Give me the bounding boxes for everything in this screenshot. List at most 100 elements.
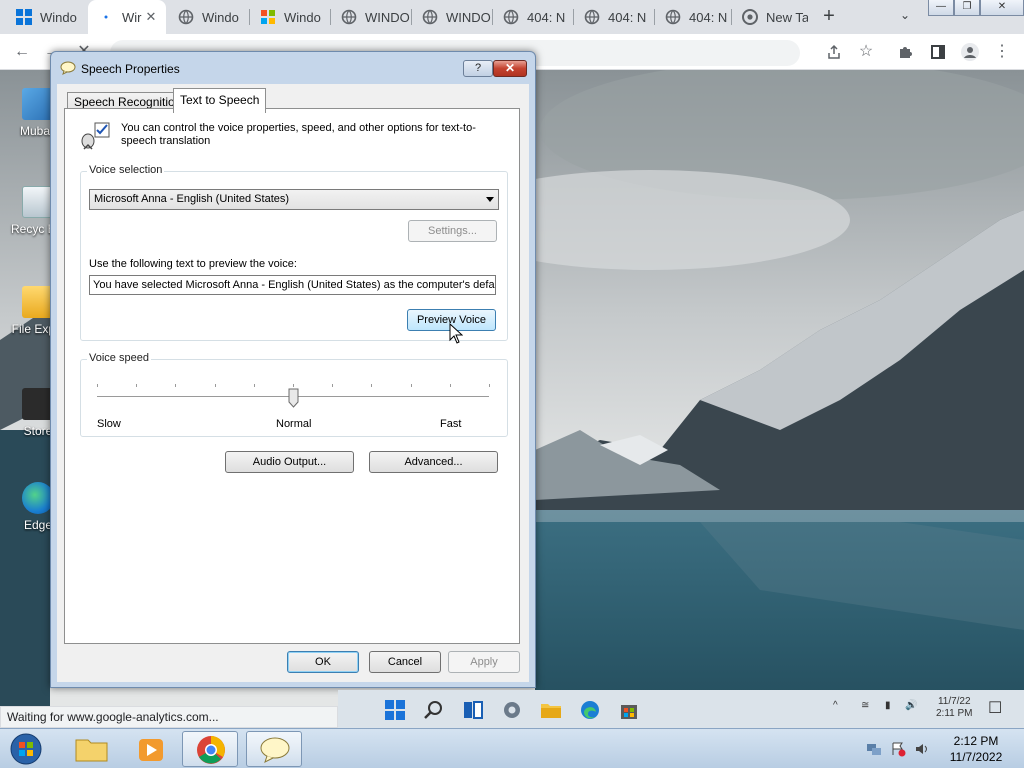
slider-tick	[371, 384, 372, 387]
speed-slow-label: Slow	[97, 418, 121, 430]
bookmark-star-icon[interactable]: ☆	[854, 40, 878, 64]
browser-tab[interactable]: Windo	[168, 0, 248, 34]
tab-title: 404: N	[527, 9, 566, 25]
profile-avatar-icon[interactable]	[958, 40, 982, 64]
ok-button[interactable]: OK	[287, 651, 359, 673]
network-status-icon[interactable]	[866, 741, 882, 757]
browser-status-bubble: Waiting for www.google-analytics.com...	[0, 706, 338, 728]
intro-text: You can control the voice properties, sp…	[121, 122, 476, 147]
settings-gear-icon[interactable]	[501, 699, 523, 721]
folder-icon	[75, 739, 108, 762]
edge-browser-icon[interactable]	[579, 699, 601, 721]
more-menu-icon[interactable]: ⋮	[990, 40, 1014, 64]
speech-bubble-icon	[260, 737, 290, 763]
apply-button[interactable]: Apply	[448, 651, 520, 673]
windows-flag-icon	[260, 9, 276, 25]
volume-icon[interactable]: 🔊	[905, 700, 917, 711]
store-bag-icon[interactable]	[618, 699, 640, 721]
taskbar-chrome[interactable]	[182, 731, 238, 767]
audio-output-button[interactable]: Audio Output...	[225, 451, 354, 473]
loading-icon	[98, 9, 114, 25]
clock-time: 2:12 PM	[953, 734, 999, 748]
speech-bubble-icon	[60, 61, 76, 75]
browser-tab[interactable]: 404: N	[574, 0, 654, 34]
tab-title: Windo	[40, 9, 77, 25]
browser-tab[interactable]: Windo	[6, 0, 86, 34]
notification-icon[interactable]: ☐	[988, 698, 1002, 718]
browser-tab[interactable]: WINDO	[331, 0, 411, 34]
vm-clock[interactable]: 11/7/22 2:11 PM	[936, 696, 973, 720]
browser-tab-active[interactable]: Wir ✕	[88, 0, 166, 34]
browser-tab[interactable]: WINDO	[412, 0, 492, 34]
mouse-pointer-icon	[449, 322, 464, 345]
slider-tick	[136, 384, 137, 387]
dialog-body: Speech Recognition Text to Speech You ca…	[57, 84, 529, 682]
vm-taskbar: ^ ≅ ▮ 🔊 11/7/22 2:11 PM ☐	[338, 690, 1024, 728]
globe-icon	[503, 9, 519, 25]
globe-icon	[584, 9, 600, 25]
selected-voice: Microsoft Anna - English (United States)	[94, 193, 290, 205]
task-view-icon[interactable]	[462, 699, 484, 721]
system-clock[interactable]: 2:12 PM 11/7/2022	[940, 733, 1012, 765]
settings-button[interactable]: Settings...	[408, 220, 497, 242]
taskbar-explorer[interactable]	[62, 731, 118, 767]
browser-tab[interactable]: New Ta	[732, 0, 808, 34]
tab-search-chevron-icon[interactable]: ⌄	[896, 8, 914, 26]
restore-button[interactable]: ❐	[954, 0, 980, 16]
advanced-button[interactable]: Advanced...	[369, 451, 498, 473]
tab-title: 404: N	[689, 9, 728, 25]
close-window-button[interactable]: ✕	[980, 0, 1024, 16]
speech-properties-dialog: Speech Properties ? ✕ Speech Recognition…	[50, 51, 536, 688]
voice-dropdown[interactable]: Microsoft Anna - English (United States)	[89, 189, 499, 210]
tab-text-to-speech[interactable]: Text to Speech	[173, 88, 267, 113]
tray-chevron-icon[interactable]: ^	[833, 700, 838, 711]
taskbar-media-player[interactable]	[122, 731, 178, 767]
tab-title: WINDO	[446, 9, 491, 25]
share-icon[interactable]	[822, 40, 846, 64]
speaker-volume-icon[interactable]	[914, 741, 930, 757]
tab-title: WINDO	[365, 9, 410, 25]
file-explorer-folder-icon[interactable]	[540, 699, 562, 721]
help-button[interactable]: ?	[463, 60, 493, 77]
network-icon[interactable]: ≅	[861, 700, 869, 711]
clock-date: 11/7/2022	[949, 750, 1003, 764]
close-tab-icon[interactable]: ✕	[144, 10, 158, 24]
windows-start-orb-icon[interactable]	[8, 732, 44, 766]
extensions-puzzle-icon[interactable]	[894, 40, 918, 64]
window-controls: — ❐ ✕	[928, 0, 1024, 16]
chrome-icon	[742, 9, 758, 25]
tab-title: 404: N	[608, 9, 647, 25]
minimize-button[interactable]: —	[928, 0, 954, 16]
slider-tick	[175, 384, 176, 387]
new-tab-button[interactable]: +	[818, 6, 840, 28]
side-panel-icon[interactable]	[926, 40, 950, 64]
back-arrow-icon[interactable]: ←	[10, 40, 34, 64]
chrome-icon	[197, 736, 225, 764]
chevron-down-icon	[486, 197, 494, 202]
windows-start-icon[interactable]	[384, 699, 406, 721]
browser-tab[interactable]: 404: N	[655, 0, 731, 34]
slider-tick	[254, 384, 255, 387]
preview-text-input[interactable]: You have selected Microsoft Anna - Engli…	[89, 275, 496, 295]
dialog-close-button[interactable]: ✕	[493, 60, 527, 77]
globe-icon	[341, 9, 357, 25]
speed-fast-label: Fast	[440, 418, 462, 430]
battery-icon[interactable]: ▮	[885, 700, 891, 711]
cancel-button[interactable]: Cancel	[369, 651, 441, 673]
slider-tick	[97, 384, 98, 387]
voice-selection-label: Voice selection	[87, 164, 165, 176]
speed-normal-label: Normal	[276, 418, 312, 430]
slider-tick	[332, 384, 333, 387]
dialog-titlebar[interactable]: Speech Properties ? ✕	[51, 52, 535, 84]
taskbar-speech[interactable]	[246, 731, 302, 767]
slider-tick	[215, 384, 216, 387]
search-icon[interactable]	[423, 699, 445, 721]
globe-icon	[178, 9, 194, 25]
voice-speed-label: Voice speed	[87, 352, 151, 364]
browser-tab[interactable]: Windo	[250, 0, 330, 34]
speed-slider-thumb[interactable]	[288, 388, 299, 408]
globe-icon	[665, 9, 681, 25]
browser-tab[interactable]: 404: N	[493, 0, 573, 34]
media-player-icon	[139, 739, 163, 761]
action-center-flag-icon[interactable]	[890, 741, 906, 757]
